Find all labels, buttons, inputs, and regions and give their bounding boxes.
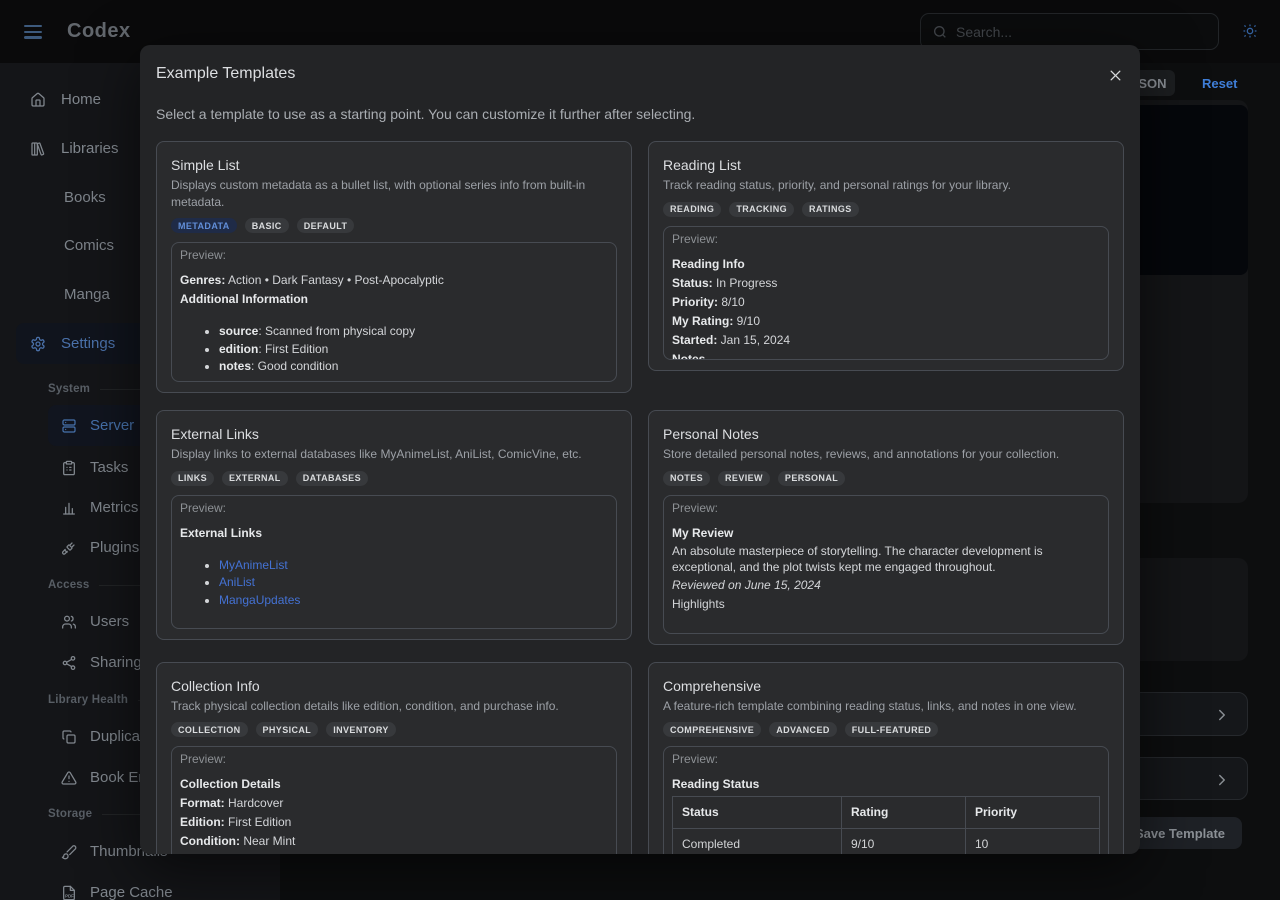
svg-text:PDF: PDF (65, 893, 74, 898)
